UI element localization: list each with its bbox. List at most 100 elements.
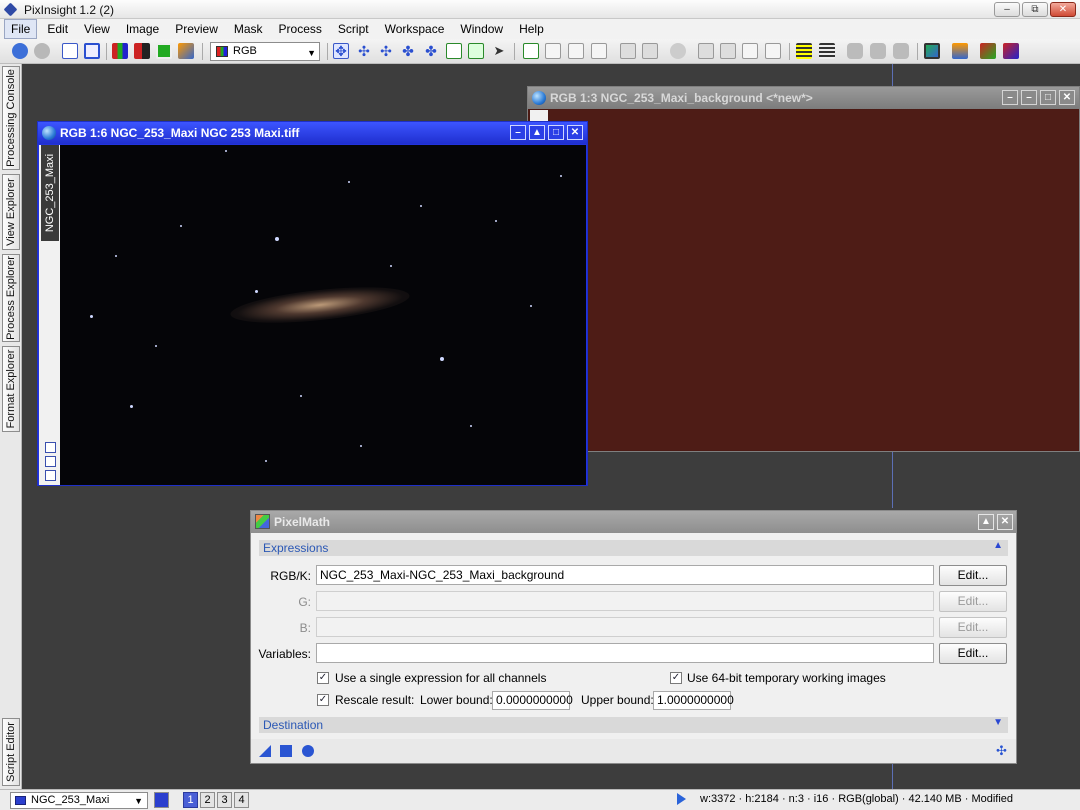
view-id-tab[interactable]: NGC_253_Maxi: [41, 145, 59, 241]
view-selector[interactable]: NGC_253_Maxi ▼: [10, 792, 148, 809]
use64bit-checkbox[interactable]: ✓: [670, 672, 682, 684]
undo-icon[interactable]: [12, 43, 28, 59]
menu-help[interactable]: Help: [513, 20, 550, 38]
apply-icon[interactable]: [280, 745, 292, 757]
mask-icon[interactable]: [523, 43, 539, 59]
menu-image[interactable]: Image: [120, 20, 165, 38]
green-channel-icon[interactable]: [156, 43, 172, 59]
tab-format-explorer[interactable]: Format Explorer: [2, 346, 20, 432]
shade-button[interactable]: –: [1002, 90, 1018, 105]
expressions-section-header[interactable]: Expressions ▲: [259, 540, 1008, 556]
menu-process[interactable]: Process: [273, 20, 328, 38]
zoom-out-icon[interactable]: ✣: [378, 43, 394, 59]
upper-bound-input[interactable]: 1.0000000000: [653, 691, 734, 710]
new-preview-icon[interactable]: [446, 43, 462, 59]
menu-file[interactable]: File: [4, 19, 38, 39]
menu-window[interactable]: Window: [454, 20, 509, 38]
color-manage-icon[interactable]: [980, 43, 996, 59]
mirror-icon[interactable]: [765, 43, 781, 59]
explorer-icon[interactable]: [952, 43, 968, 59]
reset-icon[interactable]: ✣: [996, 744, 1008, 757]
tab-processing-console[interactable]: Processing Console: [2, 66, 20, 170]
workspace-toggle-icon[interactable]: [924, 43, 940, 59]
minimize-button[interactable]: –: [1021, 90, 1037, 105]
workspace-tab-4[interactable]: 4: [234, 792, 249, 808]
tab-view-explorer[interactable]: View Explorer: [2, 174, 20, 250]
gamut-icon[interactable]: [1003, 43, 1019, 59]
menu-preview[interactable]: Preview: [169, 20, 224, 38]
minimize-button[interactable]: –: [510, 125, 526, 140]
edit-g-button[interactable]: Edit...: [939, 591, 1007, 612]
dialog-title-bar[interactable]: PixelMath ▲ ✕: [251, 511, 1016, 533]
close-button[interactable]: ✕: [1050, 2, 1076, 17]
close-button[interactable]: ✕: [567, 125, 583, 140]
workspace-tab-3[interactable]: 3: [217, 792, 232, 808]
mask-indicator-icon[interactable]: [45, 442, 56, 453]
properties-indicator-icon[interactable]: [45, 470, 56, 481]
shade-button[interactable]: ▲: [978, 514, 994, 530]
collapse-icon[interactable]: ▲: [993, 540, 1003, 551]
menu-edit[interactable]: Edit: [41, 20, 74, 38]
menu-view[interactable]: View: [78, 20, 116, 38]
window-title-bar[interactable]: RGB 1:6 NGC_253_Maxi NGC 253 Maxi.tiff –…: [38, 122, 587, 144]
play-icon[interactable]: [677, 793, 686, 805]
fit-view-icon[interactable]: ✤: [400, 43, 416, 59]
single-expression-checkbox[interactable]: ✓: [317, 672, 329, 684]
preview-edit-icon[interactable]: [468, 43, 484, 59]
zoom-one-icon[interactable]: ✤: [423, 43, 439, 59]
image-canvas[interactable]: [550, 110, 1078, 450]
variables-input[interactable]: [316, 643, 934, 663]
image-canvas[interactable]: [60, 145, 586, 485]
workspace-tab-1[interactable]: 1: [183, 792, 198, 808]
new-instance-icon[interactable]: [259, 745, 271, 757]
crop-icon[interactable]: [698, 43, 714, 59]
image-window-background[interactable]: RGB 1:3 NGC_253_Maxi_background <*new*> …: [527, 86, 1080, 452]
close-button[interactable]: ✕: [997, 514, 1013, 530]
mask-show-icon[interactable]: [545, 43, 561, 59]
minimize-button[interactable]: –: [994, 2, 1020, 17]
view-mode-icon[interactable]: [154, 792, 169, 808]
window-title-bar[interactable]: RGB 1:3 NGC_253_Maxi_background <*new*> …: [528, 87, 1079, 109]
pointer-icon[interactable]: ➤: [491, 43, 507, 59]
menu-script[interactable]: Script: [332, 20, 375, 38]
rescale-checkbox[interactable]: ✓: [317, 694, 329, 706]
edit-rgbk-button[interactable]: Edit...: [939, 565, 1007, 586]
tab-process-explorer[interactable]: Process Explorer: [2, 254, 20, 342]
zoom-in-icon[interactable]: ✣: [356, 43, 372, 59]
red-channel-icon[interactable]: [134, 43, 150, 59]
align-icon[interactable]: [796, 43, 812, 59]
mask-enable-icon[interactable]: [591, 43, 607, 59]
rgb-channels-icon[interactable]: [112, 43, 128, 59]
edit-b-button[interactable]: Edit...: [939, 617, 1007, 638]
workspace-tab-2[interactable]: 2: [200, 792, 215, 808]
new-image-icon[interactable]: [62, 43, 78, 59]
b-expression-input[interactable]: [316, 617, 934, 637]
edit-variables-button[interactable]: Edit...: [939, 643, 1007, 664]
close-button[interactable]: ✕: [1059, 90, 1075, 105]
history-forward-icon[interactable]: [642, 43, 658, 59]
tab-script-editor[interactable]: Script Editor: [2, 718, 20, 786]
mask-invert-icon[interactable]: [568, 43, 584, 59]
shade-button[interactable]: ▲: [529, 125, 545, 140]
lower-bound-input[interactable]: 0.0000000000: [492, 691, 573, 710]
menu-workspace[interactable]: Workspace: [379, 20, 451, 38]
distribute-icon[interactable]: [819, 43, 835, 59]
maximize-button[interactable]: □: [1040, 90, 1056, 105]
history-icon[interactable]: [620, 43, 636, 59]
image-window-ngc[interactable]: RGB 1:6 NGC_253_Maxi NGC 253 Maxi.tiff –…: [37, 121, 588, 486]
channel-select[interactable]: RGB ▼: [210, 42, 320, 61]
g-expression-input[interactable]: [316, 591, 934, 611]
script-run-icon[interactable]: [870, 43, 886, 59]
expand-icon[interactable]: ▼: [993, 717, 1003, 728]
rgbk-expression-input[interactable]: NGC_253_Maxi-NGC_253_Maxi_background: [316, 565, 934, 585]
maximize-button[interactable]: □: [548, 125, 564, 140]
script-icon[interactable]: [847, 43, 863, 59]
redo-icon[interactable]: [34, 43, 50, 59]
pan-icon[interactable]: ✥: [333, 43, 349, 59]
menu-mask[interactable]: Mask: [228, 20, 269, 38]
apply-global-icon[interactable]: [302, 745, 314, 757]
duplicate-icon[interactable]: [84, 43, 100, 59]
restore-button[interactable]: ⧉: [1022, 2, 1048, 17]
destination-section-header[interactable]: Destination ▼: [259, 717, 1008, 733]
history-indicator-icon[interactable]: [45, 456, 56, 467]
